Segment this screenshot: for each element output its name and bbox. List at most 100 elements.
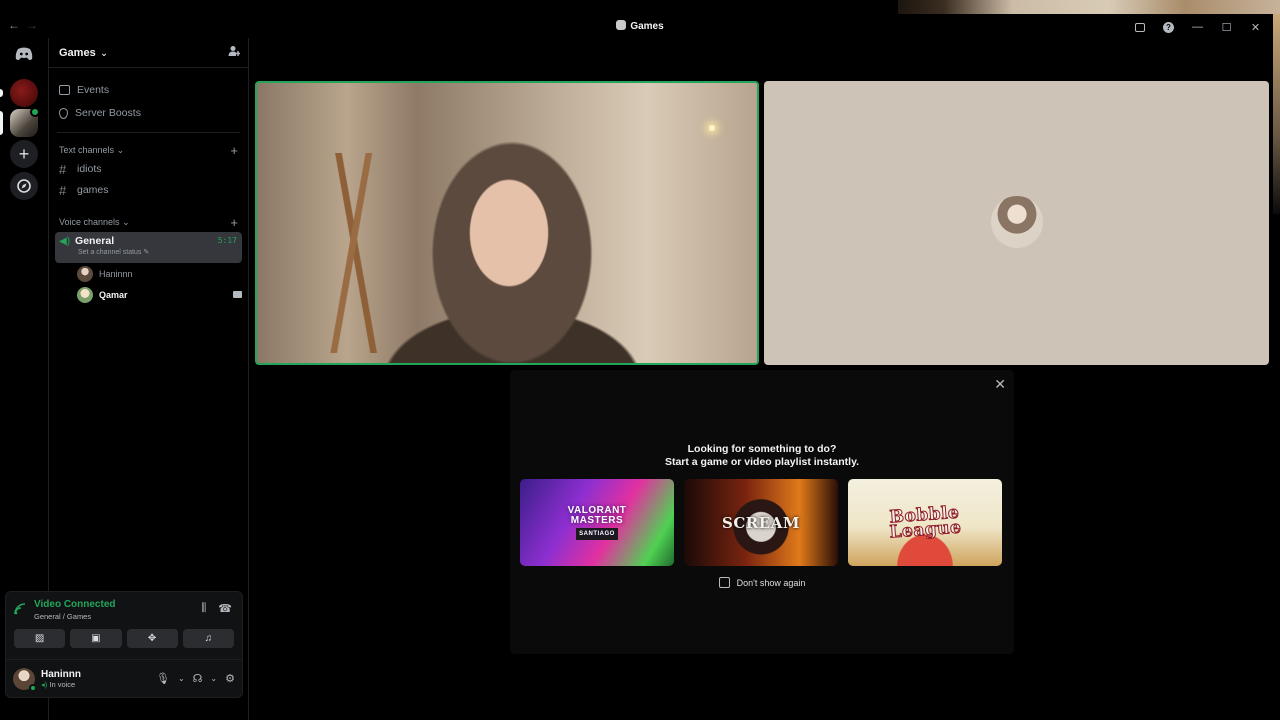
invite-people-icon[interactable] [228,45,240,60]
soundboard-icon: ♫ [204,633,213,644]
guild-name-text: Games [59,46,96,59]
guild-header[interactable]: Games ⌄ [49,38,248,68]
chevron-down-icon[interactable]: ⌄ [178,674,185,683]
channel-name: games [77,184,109,196]
events-label: Events [77,84,110,96]
home-button[interactable] [10,40,38,68]
close-window-button[interactable]: ✕ [1241,20,1270,34]
share-screen-button[interactable]: ▣ [70,629,122,648]
connection-location: General / Games [34,612,92,621]
close-icon[interactable]: ✕ [994,376,1006,393]
user-status-text: In voice [49,679,76,689]
calendar-icon [59,85,70,95]
add-voice-channel-icon[interactable]: + [230,215,238,230]
member-name: Qamar [99,290,128,300]
guild-name: Games ⌄ [59,47,108,59]
activity-prompt: Looking for something to do? Start a gam… [510,443,1014,469]
chevron-down-icon: ⌄ [116,144,125,155]
member-name: Haninnn [99,269,133,279]
plus-icon: + [18,143,30,164]
chevron-down-icon[interactable]: ⌄ [210,674,217,683]
discord-logo-icon [15,47,33,60]
headphones-icon[interactable]: ☊ [193,672,203,685]
voice-badge [30,107,40,117]
add-server-button[interactable]: + [10,140,38,168]
activity-card-scream[interactable]: SCREAM [684,479,838,566]
gear-icon[interactable]: ⚙ [225,672,235,685]
help-button[interactable]: ? [1154,20,1183,34]
chevron-down-icon: ⌄ [97,47,108,58]
card-subtitle: SANTIAGO [576,527,618,540]
pencil-icon: ✎ [143,249,150,256]
voice-channels-category[interactable]: Voice channels ⌄ + [49,214,248,230]
server-icon-1[interactable] [10,79,38,107]
title-bar: ← → Games ? — ☐ ✕ [0,0,1280,38]
activity-card-bobble-league[interactable]: Bobble League [848,479,1002,566]
video-tile-camera[interactable] [255,81,759,365]
card-title: Bobble League [888,502,963,543]
channel-games[interactable]: # games [49,180,248,200]
noise-suppression-icon[interactable]: ⫼ [201,602,206,615]
maximize-button[interactable]: ☐ [1212,20,1241,34]
server-boosts-label: Server Boosts [75,107,141,119]
discover-button[interactable] [10,172,38,200]
online-status-dot [29,683,37,692]
user-avatar[interactable] [13,667,37,692]
video-thumbnail-edge [1273,14,1280,214]
text-channels-label: Text channels [59,144,115,155]
inbox-icon [1134,22,1145,32]
toggle-camera-button[interactable]: ▨ [14,629,66,648]
speaker-icon: ◀) [59,235,71,247]
minimize-button[interactable]: — [1183,20,1212,34]
connection-signal-icon[interactable] [14,603,28,617]
unread-indicator [0,89,3,97]
window-title-text: Games [630,21,664,32]
activities-button[interactable]: ✥ [126,629,178,648]
server-icon [616,20,627,30]
dont-show-label: Don't show again [736,577,806,588]
voice-channel-general[interactable]: ◀) General 5:17 Set a channel status ✎ [55,232,242,263]
user-panel[interactable]: Haninnn ◂) In voice 🎙︎ ⌄ ☊ ⌄ ⚙ [6,659,242,697]
disconnect-icon[interactable]: ☎ [218,602,232,615]
inbox-button[interactable] [1125,20,1154,34]
selected-indicator [0,111,3,135]
video-thumbnail-preview [898,0,1280,14]
add-text-channel-icon[interactable]: + [230,143,238,158]
server-boosts-nav[interactable]: Server Boosts [49,102,248,124]
card-title-text: VALORANT MASTERS [567,504,627,526]
soundboard-button[interactable]: ♫ [182,629,234,648]
card-title: VALORANT MASTERS SANTIAGO [562,504,632,540]
voice-member[interactable]: Qamar [49,285,248,305]
username: Haninnn [41,668,81,680]
window-controls: ? — ☐ ✕ [1125,20,1270,34]
video-background-easel [327,153,387,353]
user-status: ◂) In voice [41,680,81,689]
channel-status-prompt[interactable]: Set a channel status ✎ [78,248,238,256]
server-icon-games[interactable] [10,107,40,137]
dont-show-again[interactable]: Don't show again [510,577,1014,588]
voice-member[interactable]: Haninnn [49,264,248,284]
screen-share-icon: ▣ [91,633,101,644]
call-timer: 5:17 [217,236,237,245]
activity-prompt-line-1: Looking for something to do? [687,443,837,455]
hash-icon: # [59,182,67,198]
chevron-down-icon: ⌄ [122,216,130,227]
text-channels-category[interactable]: Text channels ⌄ + [49,142,248,158]
help-icon: ? [1163,21,1174,33]
avatar [77,287,93,303]
microphone-icon[interactable]: 🎙︎ [156,672,170,685]
video-tile-avatar[interactable] [764,81,1269,365]
dont-show-checkbox[interactable] [718,577,730,588]
voice-connection-panel: Video Connected General / Games ⫼ ☎ ▨ ▣ … [5,591,243,698]
connection-status[interactable]: Video Connected [34,599,116,610]
card-title: SCREAM [722,513,800,532]
participant-avatar [991,196,1043,248]
activity-card-valorant[interactable]: VALORANT MASTERS SANTIAGO [520,479,674,566]
window-title: Games [0,20,1280,32]
shield-icon [59,107,68,119]
compass-icon [17,179,31,193]
channel-idiots[interactable]: # idiots [49,159,248,179]
rocket-icon: ✥ [147,633,157,644]
events-nav[interactable]: Events [49,79,248,101]
channel-name: idiots [77,163,102,175]
